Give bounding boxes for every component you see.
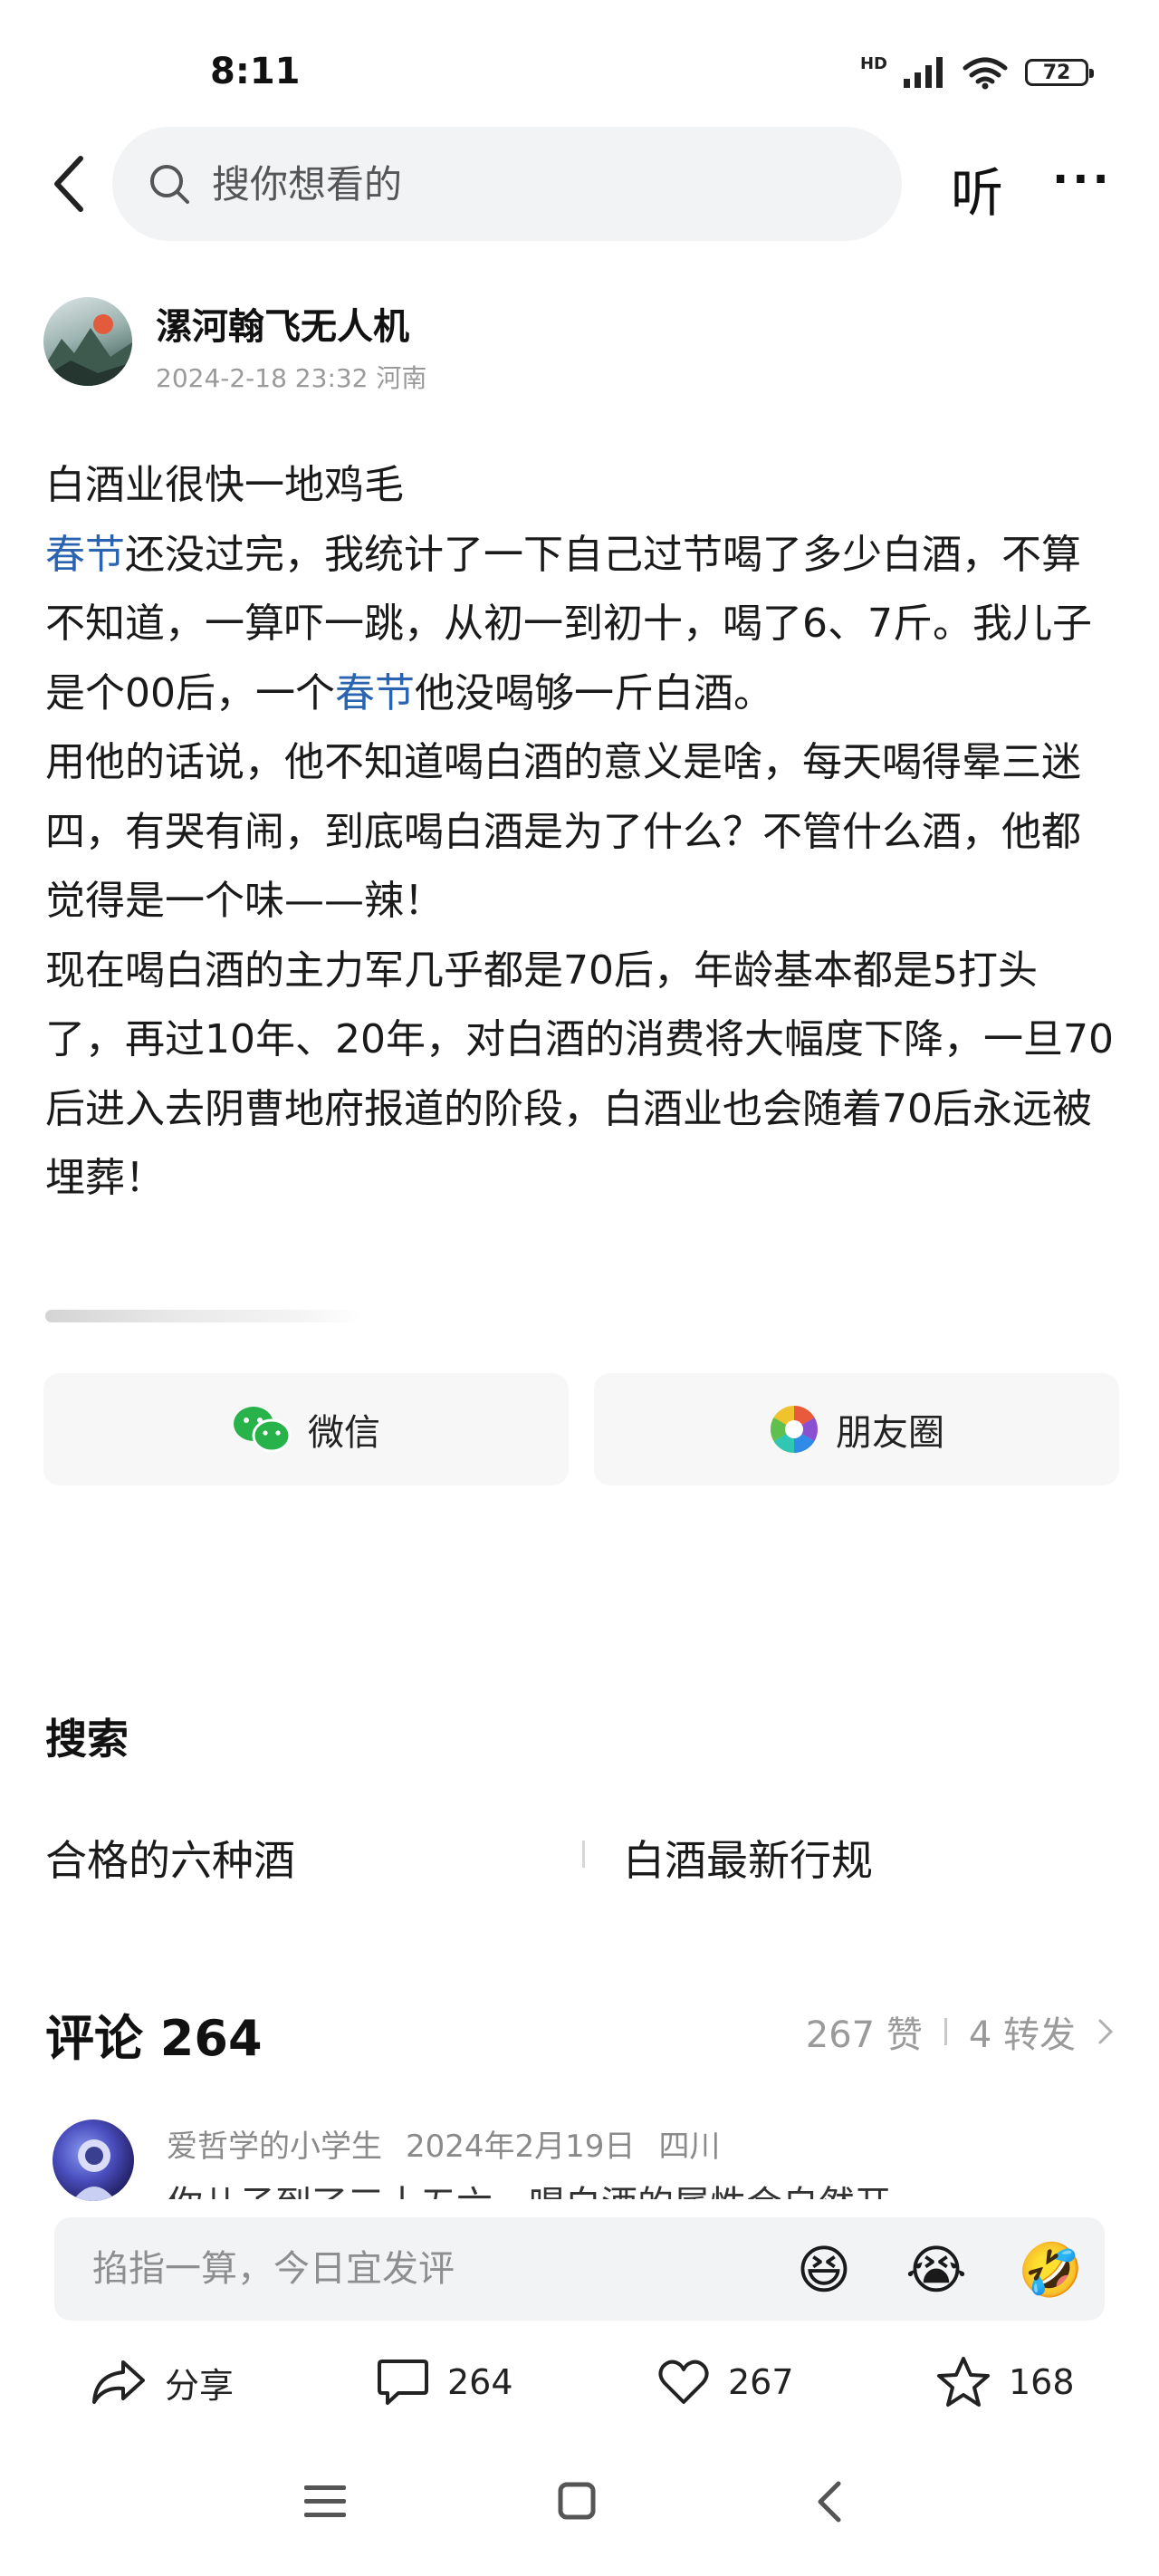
chevron-right-icon — [1098, 2019, 1114, 2044]
search-input[interactable] — [210, 160, 848, 207]
menu-icon[interactable] — [304, 2484, 346, 2520]
comments-stats[interactable]: 267 赞 4 转发 — [806, 2005, 1114, 2058]
like-button[interactable]: 267 — [657, 2355, 794, 2409]
wechat-icon — [234, 1407, 292, 1453]
listen-button[interactable]: 听 — [951, 150, 1003, 226]
comment-location: 四川 — [658, 2129, 721, 2165]
emoji-laugh-button[interactable]: 😆 — [791, 2237, 857, 2302]
home-icon[interactable] — [558, 2482, 596, 2520]
post-meta: 2024-2-18 23:32 河南 — [156, 363, 427, 393]
search-divider — [582, 1841, 585, 1868]
star-icon — [937, 2357, 990, 2407]
heart-icon — [658, 2360, 709, 2404]
stat-divider — [943, 2018, 947, 2045]
comment-date: 2024年2月19日 — [406, 2129, 636, 2165]
share-icon — [92, 2360, 145, 2404]
moments-icon — [771, 1406, 818, 1453]
comment-icon — [378, 2360, 428, 2405]
landscape-avatar-icon — [43, 314, 132, 386]
related-search-item[interactable]: 白酒最新行规 — [623, 1828, 873, 1888]
search-bar[interactable] — [112, 127, 902, 241]
topic-link[interactable]: 春节 — [335, 670, 415, 716]
article-paragraph-2: 用他的话说，他不知道喝白酒的意义是啥，每天喝得晕三迷四，有哭有闹，到底喝白酒是为… — [45, 739, 1081, 924]
commenter-avatar[interactable] — [53, 2119, 134, 2201]
comments-title: 评论 264 — [45, 2010, 263, 2067]
article-title-line: 白酒业很快一地鸡毛 — [45, 462, 404, 508]
back-nav-icon[interactable] — [815, 2480, 842, 2523]
share-label: 分享 — [165, 2365, 235, 2406]
favorite-button[interactable]: 168 — [936, 2355, 1075, 2409]
emoji-cry-button[interactable]: 😭 — [904, 2237, 969, 2302]
topic-link[interactable]: 春节 — [45, 532, 125, 578]
share-button[interactable]: 分享 — [91, 2355, 234, 2409]
share-wechat-button[interactable]: 微信 — [43, 1373, 569, 1485]
status-time: 8:11 — [210, 51, 301, 92]
comment-input[interactable] — [91, 2247, 782, 2291]
favorite-count: 168 — [1009, 2362, 1075, 2402]
related-search-title: 搜索 — [45, 1715, 129, 1764]
signal-icon — [904, 57, 943, 88]
hd-label: HD — [859, 53, 887, 73]
related-search-item[interactable]: 合格的六种酒 — [45, 1828, 295, 1888]
emoji-rofl-button[interactable]: 🤣 — [1018, 2237, 1083, 2302]
comment-text[interactable]: 你儿子到了三十五六，喝白酒的属性会自然开 — [167, 2177, 1072, 2199]
article-paragraph-1: 春节还没过完，我统计了一下自己过节喝了多少白酒，不算不知道，一算吓一跳，从初一到… — [45, 521, 1114, 729]
author-avatar[interactable] — [43, 297, 132, 386]
status-indicators: HD 72 — [859, 53, 1094, 91]
article-body: 白酒业很快一地鸡毛 春节还没过完，我统计了一下自己过节喝了多少白酒，不算不知道，… — [45, 451, 1114, 1214]
astronaut-avatar-icon — [72, 2139, 116, 2201]
commenter-name[interactable]: 爱哲学的小学生 — [167, 2121, 382, 2166]
wifi-icon — [963, 57, 1008, 90]
comment-count: 264 — [447, 2362, 513, 2402]
article-paragraph-3: 现在喝白酒的主力军几乎都是70后，年龄基本都是5打头了，再过10年、20年，对白… — [45, 947, 1114, 1202]
share-moments-button[interactable]: 朋友圈 — [594, 1373, 1119, 1485]
chevron-left-icon — [54, 156, 83, 212]
share-moments-label: 朋友圈 — [836, 1412, 944, 1454]
comment-button[interactable]: 264 — [377, 2355, 513, 2409]
back-button[interactable] — [45, 152, 91, 216]
author-name[interactable]: 漯河翰飞无人机 — [156, 297, 409, 350]
battery-level: 72 — [1042, 61, 1071, 84]
share-wechat-label: 微信 — [308, 1412, 380, 1454]
like-count: 267 — [728, 2362, 794, 2402]
blurred-line — [45, 1310, 362, 1322]
article-text: 他没喝够一斤白酒。 — [415, 669, 773, 716]
comment-meta: 爱哲学的小学生 2024年2月19日 四川 — [167, 2121, 720, 2166]
more-button[interactable]: ··· — [1052, 154, 1113, 205]
battery-icon: 72 — [1025, 59, 1094, 86]
reposts-count[interactable]: 4 转发 — [969, 2005, 1076, 2058]
search-icon — [150, 165, 189, 204]
likes-count[interactable]: 267 赞 — [806, 2005, 923, 2058]
